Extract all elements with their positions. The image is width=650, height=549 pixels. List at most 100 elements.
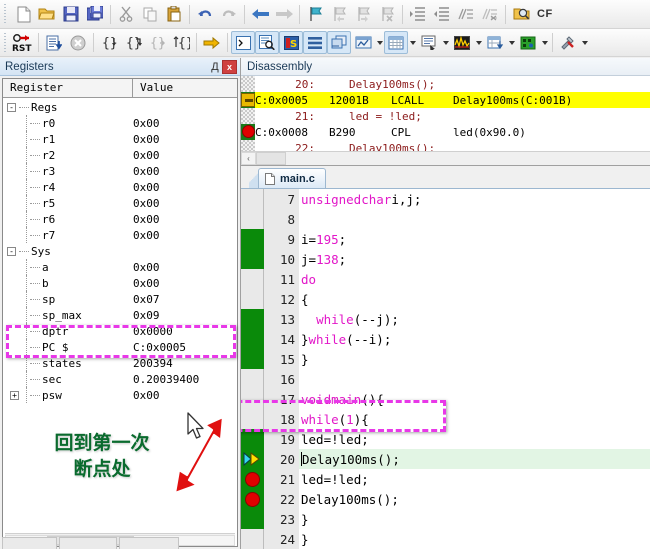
save-all-icon[interactable] [83, 3, 107, 26]
breakpoint-icon[interactable] [245, 492, 260, 507]
editor-line[interactable]: 7 unsigned char i, j; [264, 189, 650, 209]
step-out-icon[interactable]: {} [145, 31, 169, 54]
row-expander-icon[interactable]: + [10, 390, 19, 400]
register-row[interactable]: r7 0x00 [3, 227, 237, 243]
group-expander-icon[interactable]: - [7, 102, 16, 112]
editor-line[interactable]: 10 j = 138; [264, 249, 650, 269]
editor-line-text[interactable]: } [299, 529, 650, 549]
disassembly-gutter[interactable] [241, 140, 255, 151]
redo-icon[interactable] [217, 3, 241, 26]
register-row[interactable]: r2 0x00 [3, 147, 237, 163]
breakpoint-icon[interactable] [242, 125, 255, 138]
editor-line-text[interactable]: unsigned char i, j; [299, 189, 650, 209]
register-row[interactable]: r4 0x00 [3, 179, 237, 195]
new-file-icon[interactable] [11, 3, 35, 26]
executable-line-marker[interactable] [241, 249, 264, 269]
bottom-tab-2[interactable] [59, 537, 117, 549]
symbols-window-icon[interactable]: S [279, 31, 303, 54]
registers-window-icon[interactable] [303, 31, 327, 54]
register-row[interactable]: r6 0x00 [3, 211, 237, 227]
disassembly-hscroll-thumb[interactable] [256, 152, 286, 165]
memory-windows-icon[interactable] [384, 31, 408, 54]
register-row[interactable]: states 200394 [3, 355, 237, 371]
toolbar-grip[interactable] [2, 4, 9, 24]
register-group-sys[interactable]: - Sys [3, 243, 237, 259]
editor-line[interactable]: 17 void main() { [264, 389, 650, 409]
editor-code-area[interactable]: 7 unsigned char i, j; 8 9 i = 195; 10 j = … [264, 189, 650, 549]
editor-body[interactable]: 7 unsigned char i, j; 8 9 i = 195; 10 j = … [241, 188, 650, 549]
reset-cpu-icon[interactable]: RST [11, 31, 35, 54]
tab-main-c[interactable]: main.c [258, 168, 326, 188]
column-header-register[interactable]: Register [3, 79, 133, 97]
pin-icon[interactable]: Д [208, 60, 222, 74]
editor-line[interactable]: 21 led = ! led; [264, 469, 650, 489]
executable-line-marker[interactable] [241, 349, 264, 369]
open-file-icon[interactable] [35, 3, 59, 26]
navigate-forward-icon[interactable] [272, 3, 296, 26]
disassembly-source-line[interactable]: 22: Delay100ms(); [241, 140, 650, 151]
register-row[interactable]: PC $ C:0x0005 [3, 339, 237, 355]
disassembly-gutter[interactable] [241, 92, 255, 108]
show-next-statement-icon[interactable] [200, 31, 224, 54]
editor-line-text[interactable]: while (- - j); [299, 309, 650, 329]
editor-line[interactable]: 13 while (- - j); [264, 309, 650, 329]
step-into-icon[interactable]: {} [97, 31, 121, 54]
trace-windows-icon[interactable] [483, 31, 507, 54]
editor-line-text[interactable] [299, 369, 650, 389]
peripherals-dropdown-icon[interactable] [540, 31, 549, 54]
register-row[interactable]: r1 0x00 [3, 131, 237, 147]
call-stack-icon[interactable] [327, 31, 351, 54]
find-in-files-icon[interactable] [509, 3, 533, 26]
comment-lines-icon[interactable] [454, 3, 478, 26]
analysis-windows-dropdown-icon[interactable] [474, 31, 483, 54]
bookmark-next-icon[interactable] [351, 3, 375, 26]
command-window-icon[interactable] [231, 31, 255, 54]
close-icon[interactable]: x [222, 59, 237, 74]
editor-line[interactable]: 11 do [264, 269, 650, 289]
register-row[interactable]: r0 0x00 [3, 115, 237, 131]
editor-line[interactable]: 14 } while (- - i); [264, 329, 650, 349]
navigate-back-icon[interactable] [248, 3, 272, 26]
debug-toolbar-grip[interactable] [2, 32, 9, 53]
bottom-tab-1[interactable] [2, 537, 57, 549]
cut-icon[interactable] [114, 3, 138, 26]
editor-line-text[interactable]: Delay100ms(); [299, 449, 650, 469]
watch-windows-icon[interactable] [351, 31, 375, 54]
register-row[interactable]: dptr 0x0000 [3, 323, 237, 339]
group-expander-icon[interactable]: - [7, 246, 16, 256]
bookmark-prev-icon[interactable] [327, 3, 351, 26]
bookmark-clear-icon[interactable] [375, 3, 399, 26]
editor-line[interactable]: 20 Delay100ms(); [264, 449, 650, 469]
executable-line-marker[interactable] [241, 229, 264, 249]
editor-line[interactable]: 15 } [264, 349, 650, 369]
executable-line-marker[interactable] [241, 309, 264, 329]
editor-line-text[interactable]: void main() { [299, 389, 650, 409]
editor-line-text[interactable]: { [299, 289, 650, 309]
register-row[interactable]: b 0x00 [3, 275, 237, 291]
tools-icon[interactable] [556, 31, 580, 54]
stop-icon[interactable] [66, 31, 90, 54]
editor-line-text[interactable]: led = ! led; [299, 429, 650, 449]
executable-line-marker[interactable] [241, 429, 264, 449]
copy-icon[interactable] [138, 3, 162, 26]
editor-gutter[interactable] [241, 189, 264, 549]
breakpoint-icon[interactable] [245, 472, 260, 487]
register-row[interactable]: r3 0x00 [3, 163, 237, 179]
editor-line-text[interactable]: Delay100ms(); [299, 489, 650, 509]
watch-windows-dropdown-icon[interactable] [375, 31, 384, 54]
editor-line[interactable]: 24 } [264, 529, 650, 549]
disassembly-source-line[interactable]: 21: led = !led; [241, 108, 650, 124]
trace-windows-dropdown-icon[interactable] [507, 31, 516, 54]
editor-line-text[interactable]: led = ! led; [299, 469, 650, 489]
save-icon[interactable] [59, 3, 83, 26]
bookmark-toggle-icon[interactable] [303, 3, 327, 26]
peripherals-icon[interactable] [516, 31, 540, 54]
run-to-cursor-icon[interactable]: {} [169, 31, 193, 54]
disassembly-asm-line[interactable]: C:0x0008 B290 CPL led(0x90.0) [241, 124, 650, 140]
executable-line-marker[interactable] [241, 329, 264, 349]
register-row[interactable]: sp_max 0x09 [3, 307, 237, 323]
executable-line-marker[interactable] [241, 509, 264, 529]
disassembly-gutter[interactable] [241, 76, 255, 92]
tools-dropdown-icon[interactable] [580, 31, 589, 54]
uncomment-lines-icon[interactable] [478, 3, 502, 26]
